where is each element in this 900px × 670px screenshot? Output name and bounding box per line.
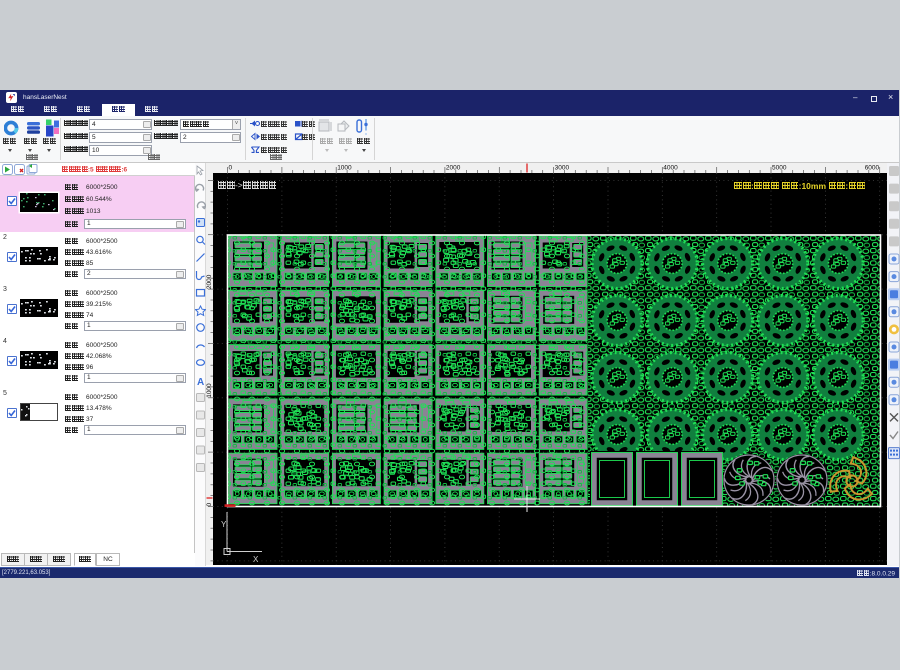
svg-text:A: A <box>197 377 204 388</box>
svg-text:3000: 3000 <box>555 165 570 172</box>
svg-text:Y: Y <box>221 520 227 529</box>
svg-text:5000: 5000 <box>772 165 787 172</box>
svg-text:1000: 1000 <box>206 383 213 398</box>
svg-text:X: X <box>253 555 259 564</box>
svg-text:0: 0 <box>229 165 233 172</box>
svg-text:1000: 1000 <box>337 165 352 172</box>
svg-text:2000: 2000 <box>446 165 461 172</box>
svg-text:2000: 2000 <box>206 274 213 289</box>
svg-text:4000: 4000 <box>663 165 678 172</box>
svg-text:0: 0 <box>206 503 213 507</box>
svg-text:6000: 6000 <box>865 165 880 172</box>
